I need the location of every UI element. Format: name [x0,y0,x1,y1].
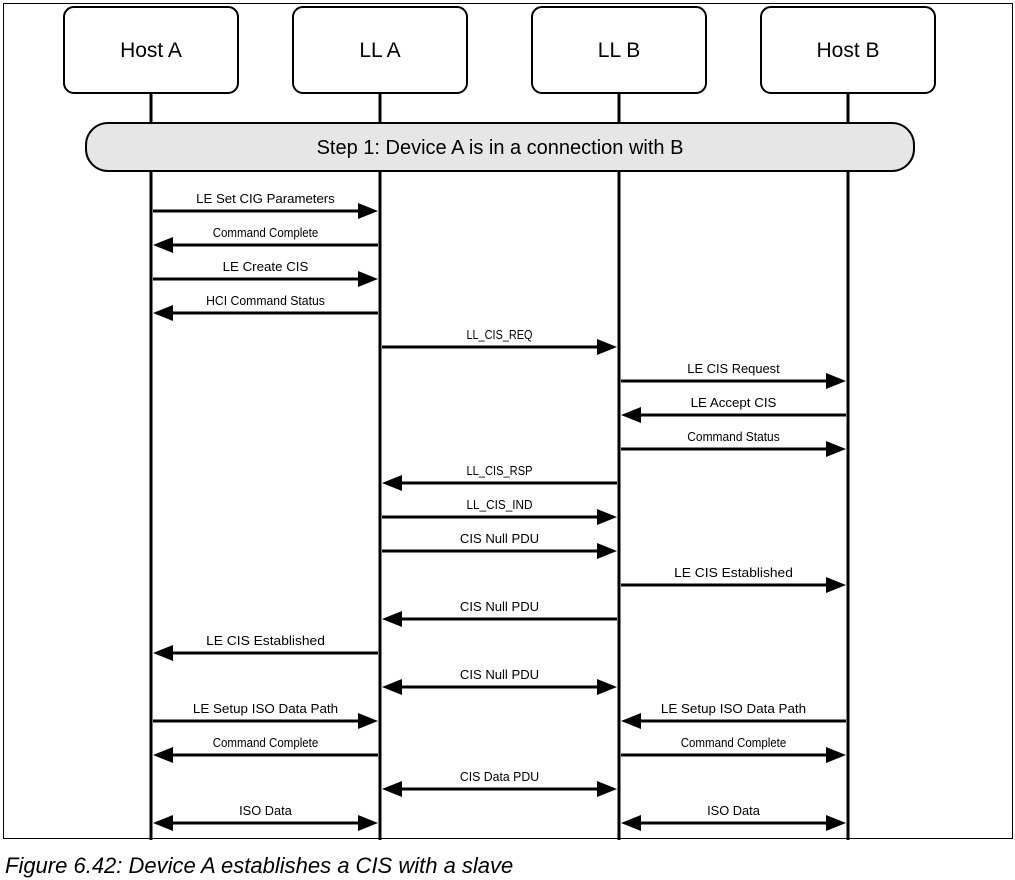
message-label: Command Complete [213,225,319,240]
message-label: LE Create CIS [223,259,309,274]
message-arrow: LE CIS Established [153,633,378,661]
participant-host-b: Host B [760,6,936,94]
message-label: LE Setup ISO Data Path [661,701,806,716]
message-arrow: CIS Data PDU [382,769,617,797]
message-label: ISO Data [239,803,293,818]
message-label: HCI Command Status [206,293,325,308]
arrowhead-icon [621,815,641,831]
participant-host-a: Host A [63,6,239,94]
arrowhead-icon [358,815,378,831]
sequence-diagram: Host A LL A LL B Host B Step 1: Device A is… [63,6,936,840]
message-label: CIS Null PDU [460,599,539,614]
arrowhead-icon [358,203,378,219]
message-label: LE CIS Established [674,565,793,580]
arrowhead-icon [382,611,402,627]
arrowhead-icon [826,577,846,593]
message-arrow: CIS Null PDU [382,531,617,559]
message-arrow: LL_CIS_IND [382,497,617,525]
message-label: LE Setup ISO Data Path [193,701,338,716]
participant-label: Host B [816,39,879,62]
arrowhead-icon [382,781,402,797]
arrowhead-icon [153,747,173,763]
arrowhead-icon [826,373,846,389]
message-arrow: Command Complete [153,735,378,763]
participant-label: LL B [598,39,640,62]
message-arrow: LE Setup ISO Data Path [621,701,846,729]
message-label: LL_CIS_IND [467,497,533,512]
message-label: CIS Null PDU [460,531,539,546]
message-label: LL_CIS_RSP [467,463,533,478]
arrowhead-icon [597,509,617,525]
arrowhead-icon [153,305,173,321]
arrowhead-icon [597,781,617,797]
message-label: CIS Data PDU [460,769,539,784]
message-arrow: LL_CIS_RSP [382,463,617,491]
message-label: Command Complete [213,735,319,750]
message-arrow: CIS Null PDU [382,599,617,627]
arrowhead-icon [153,815,173,831]
arrowhead-icon [597,543,617,559]
participant-label: Host A [120,39,182,62]
message-arrow: Command Complete [153,225,378,253]
message-arrow: HCI Command Status [153,293,378,321]
message-arrow: ISO Data [153,803,378,831]
participant-label: LL A [359,39,400,62]
message-arrow: Command Complete [621,735,846,763]
arrowhead-icon [358,713,378,729]
participant-ll-b: LL B [531,6,707,94]
message-label: Command Status [687,429,780,444]
message-label: LE CIS Established [206,633,325,648]
message-label: LE CIS Request [687,361,780,376]
arrowhead-icon [826,815,846,831]
message-label: LL_CIS_REQ [467,327,533,342]
message-label: LE Set CIG Parameters [196,191,335,206]
message-arrow: LE Accept CIS [621,395,846,423]
arrowhead-icon [358,271,378,287]
message-arrow: LE Create CIS [153,259,378,287]
arrowhead-icon [382,475,402,491]
message-arrow: Command Status [621,429,846,457]
arrowhead-icon [382,679,402,695]
participant-boxes: Host A LL A LL B Host B [63,6,936,94]
arrowhead-icon [597,339,617,355]
message-arrow: LE CIS Established [621,565,846,593]
message-arrow: LE Setup ISO Data Path [153,701,378,729]
arrowhead-icon [153,645,173,661]
message-label: Command Complete [681,735,787,750]
message-arrow: LE CIS Request [621,361,846,389]
arrowhead-icon [826,441,846,457]
step-band: Step 1: Device A is in a connection with… [85,122,915,172]
message-label: LE Accept CIS [691,395,777,410]
step-label: Step 1: Device A is in a connection with… [317,137,684,159]
message-arrow: LE Set CIG Parameters [153,191,378,219]
arrowhead-icon [621,407,641,423]
arrowhead-icon [621,713,641,729]
message-label: CIS Null PDU [460,667,539,682]
arrowhead-icon [826,747,846,763]
message-label: ISO Data [707,803,761,818]
arrowhead-icon [597,679,617,695]
figure-caption: Figure 6.42: Device A establishes a CIS … [5,853,514,878]
participant-ll-a: LL A [292,6,468,94]
arrowhead-icon [153,237,173,253]
message-arrow: CIS Null PDU [382,667,617,695]
messages: LE Set CIG Parameters Command Complete LE … [153,191,846,831]
message-arrow: ISO Data [621,803,846,831]
message-arrow: LL_CIS_REQ [382,327,617,355]
